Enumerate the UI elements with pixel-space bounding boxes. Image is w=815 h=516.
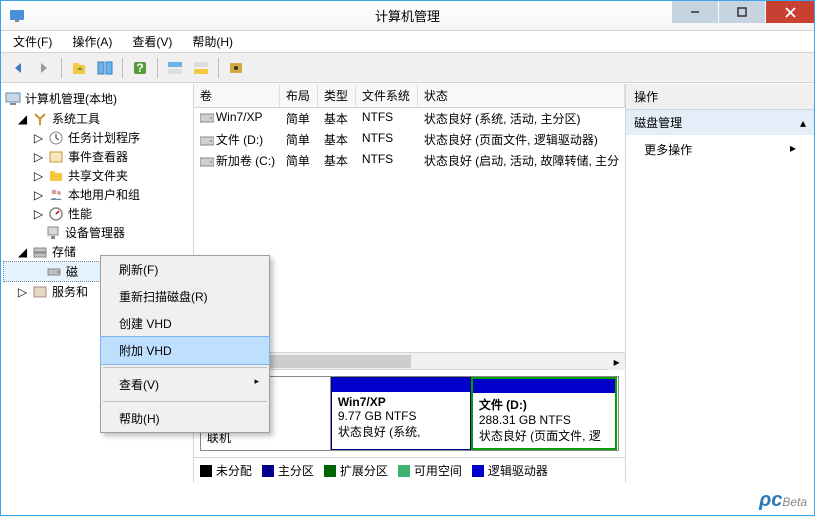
menu-view[interactable]: 查看(V) xyxy=(128,31,176,52)
minimize-button[interactable] xyxy=(672,1,718,23)
menu-action[interactable]: 操作(A) xyxy=(68,31,116,52)
expander-icon[interactable]: ▷ xyxy=(17,286,28,297)
header-layout[interactable]: 布局 xyxy=(280,84,318,107)
show-hide-button[interactable] xyxy=(94,57,116,79)
context-menu: 刷新(F) 重新扫描磁盘(R) 创建 VHD 附加 VHD 查看(V) 帮助(H… xyxy=(100,255,270,433)
device-icon xyxy=(45,225,61,241)
volume-icon xyxy=(200,112,214,124)
partition-logical[interactable]: 文件 (D:) 288.31 GB NTFS 状态良好 (页面文件, 逻 xyxy=(471,377,617,450)
actions-pane: 操作 磁盘管理 ▴ 更多操作▸ xyxy=(626,84,814,483)
folder-icon xyxy=(48,168,64,184)
actions-header: 操作 xyxy=(626,84,814,110)
context-refresh[interactable]: 刷新(F) xyxy=(101,256,269,283)
expander-icon[interactable]: ▷ xyxy=(33,151,44,162)
context-separator xyxy=(103,367,267,368)
tree-shared-folders[interactable]: ▷共享文件夹 xyxy=(3,166,191,185)
scroll-right-button[interactable]: ▸ xyxy=(608,353,625,370)
tree-event-viewer[interactable]: ▷事件查看器 xyxy=(3,147,191,166)
clock-icon xyxy=(48,130,64,146)
context-view[interactable]: 查看(V) xyxy=(101,371,269,398)
expander-icon[interactable]: ▷ xyxy=(33,208,44,219)
context-rescan[interactable]: 重新扫描磁盘(R) xyxy=(101,283,269,310)
forward-button[interactable] xyxy=(33,57,55,79)
view-bottom-button[interactable] xyxy=(190,57,212,79)
partition-primary[interactable]: Win7/XP 9.77 GB NTFS 状态良好 (系统, xyxy=(331,377,471,450)
context-attach-vhd[interactable]: 附加 VHD xyxy=(100,336,270,365)
disk-icon xyxy=(46,264,62,280)
services-icon xyxy=(32,284,48,300)
menu-file[interactable]: 文件(F) xyxy=(9,31,56,52)
tree-local-users[interactable]: ▷本地用户和组 xyxy=(3,185,191,204)
actions-section[interactable]: 磁盘管理 ▴ xyxy=(626,110,814,135)
volume-icon xyxy=(200,156,214,168)
context-separator xyxy=(103,401,267,402)
context-help[interactable]: 帮助(H) xyxy=(101,405,269,432)
back-button[interactable] xyxy=(7,57,29,79)
legend-swatch xyxy=(200,465,212,477)
svg-text:?: ? xyxy=(136,61,143,75)
maximize-button[interactable] xyxy=(719,1,765,23)
header-status[interactable]: 状态 xyxy=(418,84,625,107)
actions-more[interactable]: 更多操作▸ xyxy=(626,135,814,164)
tree-root[interactable]: 计算机管理(本地) xyxy=(3,88,191,109)
toolbar: ? xyxy=(1,53,814,83)
view-top-button[interactable] xyxy=(164,57,186,79)
volume-icon xyxy=(200,135,214,147)
header-fs[interactable]: 文件系统 xyxy=(356,84,418,107)
volume-header: 卷 布局 类型 文件系统 状态 xyxy=(194,84,625,108)
header-type[interactable]: 类型 xyxy=(318,84,356,107)
tree-device-manager[interactable]: 设备管理器 xyxy=(3,223,191,242)
expander-icon[interactable]: ▷ xyxy=(33,170,44,181)
menu-help[interactable]: 帮助(H) xyxy=(188,31,237,52)
header-volume[interactable]: 卷 xyxy=(194,84,280,107)
expander-icon[interactable]: ◢ xyxy=(17,113,28,124)
tree-performance[interactable]: ▷性能 xyxy=(3,204,191,223)
titlebar: 计算机管理 xyxy=(1,1,814,31)
event-icon xyxy=(48,149,64,165)
menubar: 文件(F) 操作(A) 查看(V) 帮助(H) xyxy=(1,31,814,53)
legend-swatch xyxy=(262,465,274,477)
legend-swatch xyxy=(472,465,484,477)
performance-icon xyxy=(48,206,64,222)
legend-swatch xyxy=(324,465,336,477)
tree-task-scheduler[interactable]: ▷任务计划程序 xyxy=(3,128,191,147)
close-button[interactable] xyxy=(766,1,814,23)
window-title: 计算机管理 xyxy=(375,6,440,25)
storage-icon xyxy=(32,244,48,260)
up-button[interactable] xyxy=(68,57,90,79)
help-button[interactable]: ? xyxy=(129,57,151,79)
collapse-icon[interactable]: ▴ xyxy=(800,116,806,130)
tools-icon xyxy=(32,111,48,127)
volume-row[interactable]: 新加卷 (C:) 简单 基本 NTFS 状态良好 (启动, 活动, 故障转储, … xyxy=(194,150,625,171)
legend: 未分配 主分区 扩展分区 可用空间 逻辑驱动器 xyxy=(194,457,625,483)
users-icon xyxy=(48,187,64,203)
legend-swatch xyxy=(398,465,410,477)
volume-row[interactable]: 文件 (D:) 简单 基本 NTFS 状态良好 (页面文件, 逻辑驱动器) xyxy=(194,129,625,150)
watermark: ρcBeta xyxy=(759,489,807,512)
tree-system-tools[interactable]: ◢ 系统工具 xyxy=(3,109,191,128)
app-icon xyxy=(9,8,25,24)
volume-row[interactable]: Win7/XP 简单 基本 NTFS 状态良好 (系统, 活动, 主分区) xyxy=(194,108,625,129)
computer-icon xyxy=(5,91,21,107)
expander-icon[interactable]: ▷ xyxy=(33,132,44,143)
expander-icon[interactable]: ▷ xyxy=(33,189,44,200)
expander-icon[interactable]: ◢ xyxy=(17,246,28,257)
settings-button[interactable] xyxy=(225,57,247,79)
context-create-vhd[interactable]: 创建 VHD xyxy=(101,310,269,337)
